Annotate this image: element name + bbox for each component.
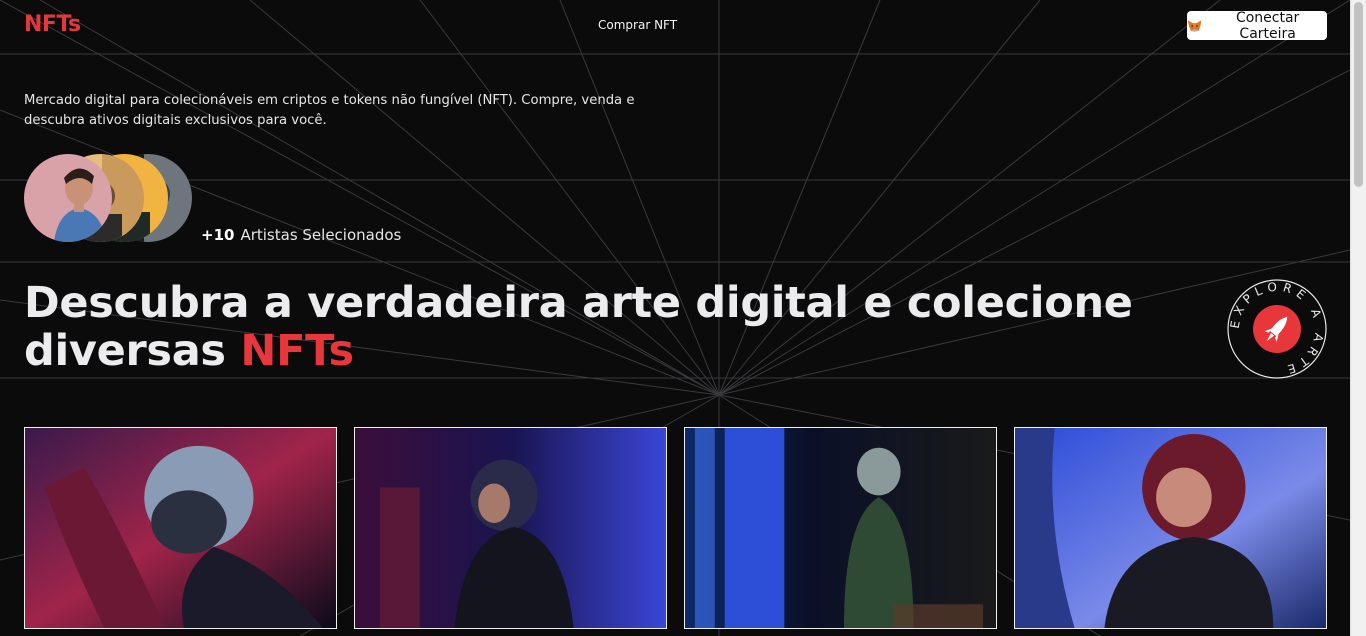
nft-card[interactable] xyxy=(1014,427,1327,629)
nav-buy-nft-link[interactable]: Comprar NFT xyxy=(598,18,677,32)
nft-gallery xyxy=(24,427,1327,629)
logo[interactable]: NFTs xyxy=(24,12,81,37)
metamask-fox-icon xyxy=(1187,19,1202,32)
explore-art-badge[interactable]: EXPLORE A ARTE xyxy=(1227,279,1327,379)
page: NFTs Comprar NFT Conectar Carteira Merca… xyxy=(0,0,1366,636)
astronaut-red-image xyxy=(25,428,336,628)
connect-wallet-button[interactable]: Conectar Carteira xyxy=(1187,9,1327,42)
nft-card[interactable] xyxy=(354,427,667,629)
astronaut-blue-image xyxy=(1015,428,1326,628)
selected-artists: +10 Artistas Selecionados xyxy=(201,226,401,244)
astronaut-green-image xyxy=(685,428,996,628)
intro-description: Mercado digital para colecionáveis em cr… xyxy=(24,93,635,128)
top-header: NFTs Comprar NFT Conectar Carteira xyxy=(0,0,1350,50)
artists-label: Artistas Selecionados xyxy=(240,226,402,244)
hero-title: Descubra a verdadeira arte digital e col… xyxy=(24,279,1144,375)
scrollbar[interactable] xyxy=(1350,0,1366,636)
astronaut-purple-image xyxy=(355,428,666,628)
nft-card[interactable] xyxy=(24,427,337,629)
avatar xyxy=(24,154,112,242)
nft-card[interactable] xyxy=(684,427,997,629)
artist-avatars xyxy=(24,154,194,242)
scrollbar-thumb[interactable] xyxy=(1354,2,1363,187)
artists-count: +10 xyxy=(201,226,235,244)
hero-title-main: Descubra a verdadeira arte digital e col… xyxy=(24,278,1133,376)
connect-wallet-label: Conectar Carteira xyxy=(1235,9,1300,42)
hero-title-accent: NFTs xyxy=(240,326,354,376)
